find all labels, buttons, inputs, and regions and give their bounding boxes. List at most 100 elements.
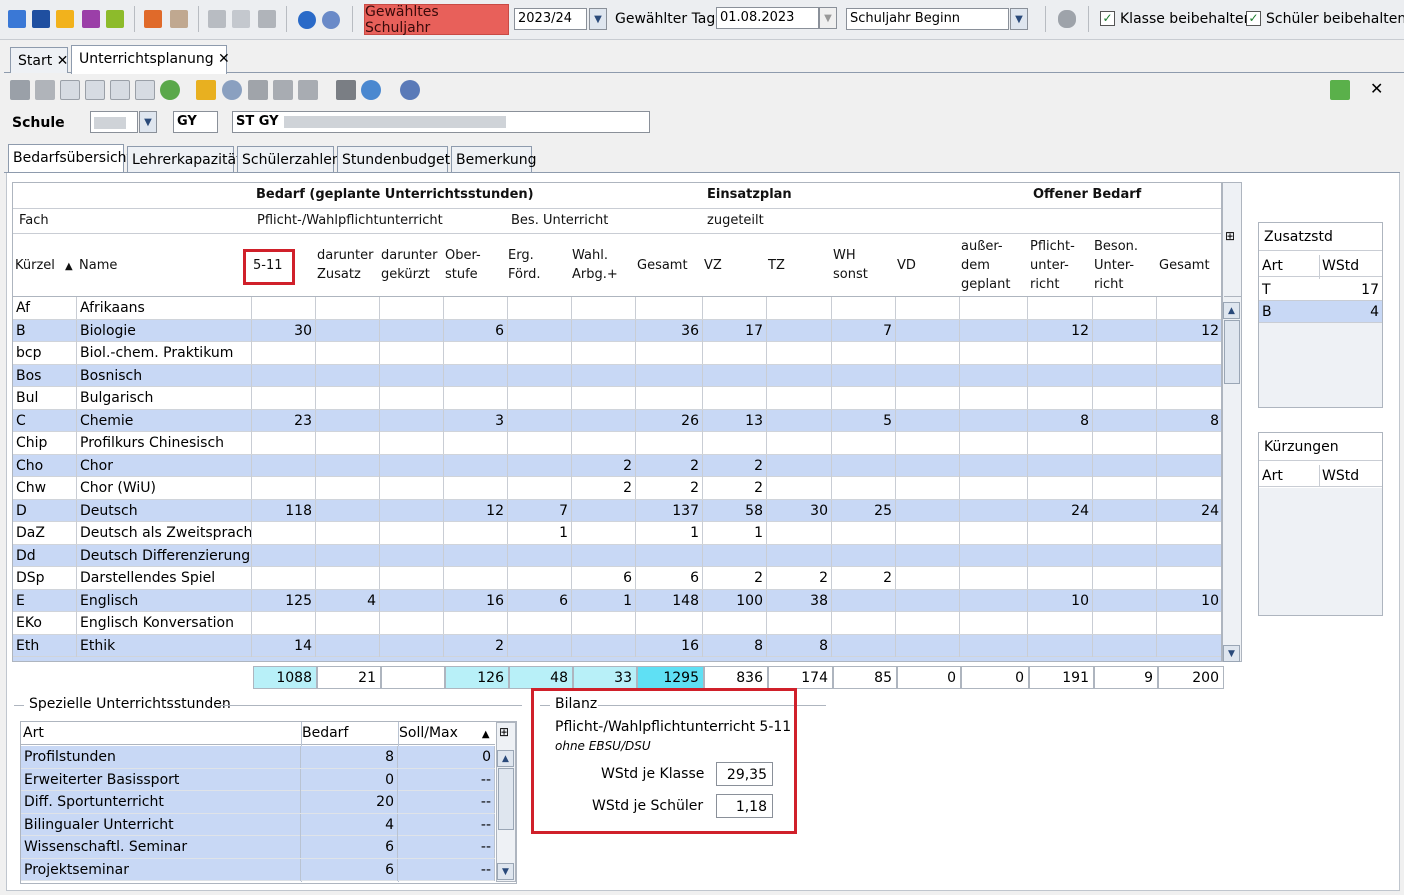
cell-beson-offen[interactable]	[1093, 544, 1157, 567]
cell-wh-sonst[interactable]: 5	[832, 409, 896, 432]
cell-name[interactable]: Chor	[77, 454, 252, 477]
tab-lehrerkapazitaet[interactable]: Lehrerkapazität	[127, 146, 242, 172]
cell-zusatz[interactable]	[316, 634, 380, 657]
cell-kuerzel[interactable]: Eth	[13, 634, 77, 657]
cell-vz[interactable]: 2	[703, 477, 767, 499]
tools-icon[interactable]	[208, 10, 226, 28]
cell-gekuerzt[interactable]	[380, 342, 444, 364]
cell-name[interactable]: Darstellendes Spiel	[77, 567, 252, 589]
schuljahr-button[interactable]: Gewähltes Schuljahr	[364, 4, 509, 36]
cell-ausserdem[interactable]	[960, 567, 1028, 589]
cell-kuerzel[interactable]: EKo	[13, 612, 77, 634]
grid-scrollbar[interactable]: ⊞ ▲ ▼	[1222, 182, 1242, 662]
col-gesamt-offen[interactable]: Gesamt	[1159, 256, 1210, 275]
document-icon[interactable]	[60, 80, 80, 100]
cell-pflicht-offen[interactable]	[1028, 634, 1093, 657]
monitor-icon[interactable]	[82, 10, 100, 28]
cell-name[interactable]: Englisch	[77, 589, 252, 612]
cell-beson-offen[interactable]	[1093, 567, 1157, 589]
cell-gesamt[interactable]: 137	[636, 499, 703, 522]
schueler-checkbox[interactable]: ✓	[1246, 11, 1261, 26]
cell-oberstufe[interactable]	[444, 342, 508, 364]
cell-vz[interactable]: 2	[703, 454, 767, 477]
cell-erg-foerd[interactable]	[508, 634, 572, 657]
cell-bedarf-5-11[interactable]	[252, 432, 316, 454]
cell-gekuerzt[interactable]	[380, 634, 444, 657]
scroll-thumb[interactable]	[1224, 320, 1240, 384]
cell-wh-sonst[interactable]	[832, 364, 896, 387]
cell-tz[interactable]: 8	[767, 634, 832, 657]
cell-vz[interactable]	[703, 387, 767, 409]
cell-oberstufe[interactable]: 12	[444, 499, 508, 522]
cell-gesamt-offen[interactable]	[1157, 522, 1221, 544]
cell-erg-foerd[interactable]	[508, 297, 572, 319]
cell-tz[interactable]	[767, 612, 832, 634]
cell-pflicht-offen[interactable]: 12	[1028, 319, 1093, 342]
cell-gesamt[interactable]	[636, 297, 703, 319]
cell-ausserdem[interactable]	[960, 454, 1028, 477]
cell-gekuerzt[interactable]	[380, 589, 444, 612]
cell-gesamt[interactable]	[636, 364, 703, 387]
tag-input[interactable]: 01.08.2023	[716, 7, 819, 29]
cell-bedarf-5-11[interactable]	[252, 612, 316, 634]
cell-tz[interactable]	[767, 319, 832, 342]
cell-zusatz[interactable]	[316, 342, 380, 364]
cell-gesamt-offen[interactable]	[1157, 455, 1221, 477]
cell-erg-foerd[interactable]	[508, 432, 572, 454]
chart-icon[interactable]	[56, 10, 74, 28]
cell-erg-foerd[interactable]: 6	[508, 589, 572, 612]
cell-zusatz[interactable]	[316, 364, 380, 387]
cell-wahl-arbg[interactable]	[572, 432, 636, 454]
col-pflichtunterricht[interactable]: Pflicht-unter-richt	[1030, 237, 1075, 294]
cell-oberstufe[interactable]	[444, 297, 508, 319]
table-row[interactable]: Bul Bulgarisch	[13, 387, 1221, 410]
cell-pflicht-offen[interactable]	[1028, 567, 1093, 589]
list-item[interactable]: Profilstunden 8 0	[21, 746, 495, 769]
cell-erg-foerd[interactable]	[508, 612, 572, 634]
cell-vz[interactable]	[703, 297, 767, 319]
cell-beson-offen[interactable]	[1093, 387, 1157, 409]
cell-erg-foerd[interactable]	[508, 319, 572, 342]
cell-tz[interactable]	[767, 297, 832, 319]
cell-vd[interactable]	[896, 567, 960, 589]
table-row[interactable]: B Biologie 30 6 36 17 7 12 12	[13, 319, 1221, 342]
cell-wh-sonst[interactable]	[832, 432, 896, 454]
cell-vd[interactable]	[896, 634, 960, 657]
table-row[interactable]: bcp Biol.-chem. Praktikum	[13, 342, 1221, 365]
table-row[interactable]: EKo Englisch Konversation	[13, 612, 1221, 635]
cell-vd[interactable]	[896, 297, 960, 319]
cell-gekuerzt[interactable]	[380, 409, 444, 432]
cell-pflicht-offen[interactable]	[1028, 477, 1093, 499]
cell-bedarf-5-11[interactable]	[252, 567, 316, 589]
cell-gesamt[interactable]	[636, 544, 703, 567]
cell-tz[interactable]	[767, 544, 832, 567]
cell-gesamt[interactable]: 2	[636, 477, 703, 499]
cell-oberstufe[interactable]	[444, 567, 508, 589]
cell-name[interactable]: Bulgarisch	[77, 387, 252, 409]
cell-zusatz[interactable]: 4	[316, 589, 380, 612]
cell-ausserdem[interactable]	[960, 477, 1028, 499]
cell-erg-foerd[interactable]	[508, 544, 572, 567]
cell-gekuerzt[interactable]	[380, 364, 444, 387]
cell-erg-foerd[interactable]: 1	[508, 522, 572, 544]
cell-gesamt[interactable]: 26	[636, 409, 703, 432]
table-row[interactable]: E Englisch 125 4 16 6 1 148 100 38 10 10	[13, 589, 1221, 612]
speziell-col-bedarf[interactable]: Bedarf	[302, 725, 348, 741]
cell-wahl-arbg[interactable]	[572, 342, 636, 364]
tab-schuelerzahlen[interactable]: Schülerzahlen	[237, 146, 341, 172]
cell-ausserdem[interactable]	[960, 589, 1028, 612]
cell-beson-offen[interactable]	[1093, 342, 1157, 364]
cell-gesamt-offen[interactable]	[1157, 567, 1221, 589]
sync-icon[interactable]	[1330, 80, 1350, 100]
cell-gesamt-offen[interactable]	[1157, 635, 1221, 657]
cell-wahl-arbg[interactable]	[572, 499, 636, 522]
cell-gesamt[interactable]	[636, 342, 703, 364]
cell-kuerzel[interactable]: Bos	[13, 364, 77, 387]
table-row[interactable]: DaZ Deutsch als Zweitsprache 1 1 1	[13, 522, 1221, 545]
cell-gesamt-offen[interactable]	[1157, 365, 1221, 387]
cell-gekuerzt[interactable]	[380, 432, 444, 454]
cell-kuerzel[interactable]: Af	[13, 297, 77, 319]
cell-vd[interactable]	[896, 544, 960, 567]
col-gekuerzt[interactable]: darunter gekürzt	[381, 246, 437, 284]
cell-wahl-arbg[interactable]	[572, 409, 636, 432]
